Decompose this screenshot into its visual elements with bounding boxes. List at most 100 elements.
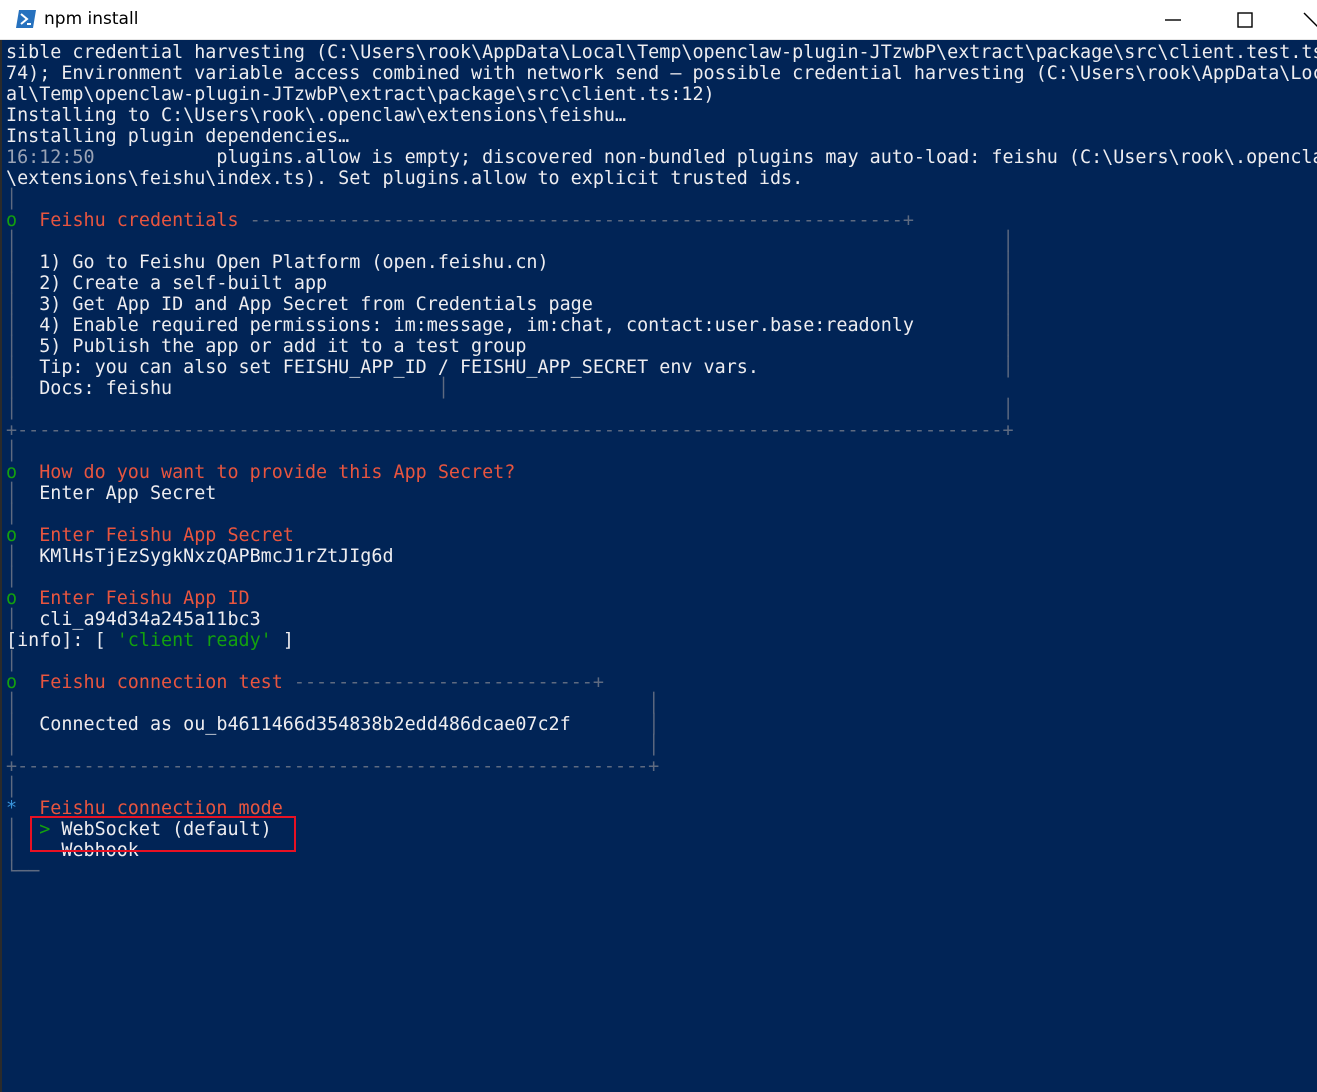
- console-text-segment: cli_a94d34a245a11bc3: [39, 609, 261, 630]
- console-text-segment: │ │: [6, 231, 1014, 252]
- console-line: │: [6, 504, 17, 525]
- console-text-segment: │: [6, 546, 40, 567]
- console-text-segment: └──: [6, 861, 40, 882]
- console-text-segment: │: [6, 567, 18, 588]
- console-text-segment: │: [6, 651, 18, 672]
- console-text-segment: o: [6, 672, 18, 693]
- console-text-segment: Enter Feishu App ID: [17, 588, 250, 609]
- console-text-segment: │: [570, 714, 660, 735]
- console-text-segment: [info]: [: [6, 630, 117, 651]
- console-line: │ 5) Publish the app or add it to a test…: [6, 336, 1014, 357]
- console-line: Installing to C:\Users\rook\.openclaw\ex…: [6, 105, 626, 126]
- console-line: [info]: [ 'client ready' ]: [6, 630, 294, 651]
- console-line: +---------------------------------------…: [6, 756, 659, 777]
- console-line: │ 3) Get App ID and App Secret from Cred…: [6, 294, 1014, 315]
- console-line: │: [6, 777, 17, 798]
- console-text-segment: │: [758, 357, 1014, 378]
- console-text-segment: │: [327, 273, 1014, 294]
- console-text-segment: +---------------------------------------…: [6, 420, 1014, 441]
- selection-highlight-box: [30, 816, 296, 852]
- console-line: │ 4) Enable required permissions: im:mes…: [6, 315, 1014, 336]
- close-icon: [1303, 12, 1317, 27]
- console-text-segment: │: [6, 504, 18, 525]
- console-text-segment: Enter App Secret: [39, 483, 217, 504]
- console-line: │ │: [6, 735, 659, 756]
- console-text-segment: │: [6, 714, 40, 735]
- console-text-segment: │: [6, 273, 40, 294]
- console-text-segment: o: [6, 210, 18, 231]
- console-text-segment: 4) Enable required permissions: im:messa…: [39, 315, 914, 336]
- console-line: │: [6, 441, 17, 462]
- console-line: │ Connected as ou_b4611466d354838b2edd48…: [6, 714, 659, 735]
- console-text-segment: KMlHsTjEzSygkNxzQAPBmcJ1rZtJIg6d: [39, 546, 394, 567]
- minimize-button[interactable]: [1145, 0, 1201, 40]
- console-text-segment: ----------------------------------------…: [249, 210, 914, 231]
- console-text-segment: │ │: [6, 735, 660, 756]
- console-text-segment: Feishu credentials: [17, 210, 250, 231]
- console-text-segment: 3) Get App ID and App Secret from Creden…: [39, 294, 593, 315]
- console-text-segment: 74); Environment variable access combine…: [6, 63, 1317, 84]
- console-text-segment: │: [6, 189, 18, 210]
- console-text-segment: Tip: you can also set FEISHU_APP_ID / FE…: [39, 357, 759, 378]
- console-line: └──: [6, 861, 39, 882]
- console-output[interactable]: sible credential harvesting (C:\Users\ro…: [0, 40, 1317, 1092]
- console-text-segment: │: [6, 777, 18, 798]
- console-text-segment: o: [6, 462, 18, 483]
- console-text-segment: │: [6, 609, 40, 630]
- console-text-segment: ]: [271, 630, 294, 651]
- console-text-segment: │: [526, 336, 1014, 357]
- console-text-segment: │: [6, 336, 40, 357]
- console-text-segment: │: [548, 252, 1014, 273]
- powershell-icon: [16, 10, 36, 28]
- console-text-segment: 16:12:50: [6, 147, 95, 168]
- maximize-icon: [1237, 12, 1253, 28]
- console-line: o How do you want to provide this App Se…: [6, 462, 515, 483]
- console-line: +---------------------------------------…: [6, 420, 1014, 441]
- console-line: \extensions\feishu\index.ts). Set plugin…: [6, 168, 803, 189]
- console-text-segment: 2) Create a self-built app: [39, 273, 328, 294]
- console-text-segment: ---------------------------+: [293, 672, 604, 693]
- window-title: npm install: [44, 9, 139, 29]
- console-line: │ Tip: you can also set FEISHU_APP_ID / …: [6, 357, 1014, 378]
- console-line: o Enter Feishu App Secret: [6, 525, 294, 546]
- console-text-segment: │: [592, 294, 1014, 315]
- console-text-segment: │ │: [6, 399, 1014, 420]
- console-text-segment: How do you want to provide this App Secr…: [17, 462, 516, 483]
- console-line: al\Temp\openclaw-plugin-JTzwbP\extract\p…: [6, 84, 715, 105]
- console-text-segment: Installing plugin dependencies…: [6, 126, 350, 147]
- console-text-segment: o: [6, 588, 18, 609]
- console-line: │ Enter App Secret: [6, 483, 216, 504]
- console-text-segment: +---------------------------------------…: [6, 756, 660, 777]
- console-text-segment: o: [6, 525, 18, 546]
- console-text-segment: │: [6, 252, 40, 273]
- console-text-segment: plugins.allow is empty; discovered non-b…: [94, 147, 1317, 168]
- console-text-segment: Docs: feishu: [39, 378, 173, 399]
- console-line: sible credential harvesting (C:\Users\ro…: [6, 42, 1317, 63]
- console-text-segment: │: [6, 315, 40, 336]
- console-text-segment: sible credential harvesting (C:\Users\ro…: [6, 42, 1317, 63]
- console-text-segment: 1) Go to Feishu Open Platform (open.feis…: [39, 252, 549, 273]
- console-text-segment: 5) Publish the app or add it to a test g…: [39, 336, 527, 357]
- maximize-button[interactable]: [1217, 0, 1273, 40]
- close-button[interactable]: [1289, 0, 1317, 40]
- console-line: │: [6, 189, 17, 210]
- console-text-segment: │ │: [6, 693, 660, 714]
- console-line: Installing plugin dependencies…: [6, 126, 349, 147]
- console-line: o Enter Feishu App ID: [6, 588, 250, 609]
- console-line: │ KMlHsTjEzSygkNxzQAPBmcJ1rZtJIg6d: [6, 546, 394, 567]
- console-text-segment: │: [6, 441, 18, 462]
- console-line: │ │: [6, 693, 659, 714]
- window-title-bar: npm install: [0, 0, 1317, 40]
- console-line: │ │: [6, 399, 1014, 420]
- console-line: o Feishu credentials -------------------…: [6, 210, 914, 231]
- console-text-segment: Connected as ou_b4611466d354838b2edd486d…: [39, 714, 571, 735]
- console-text-segment: │: [6, 294, 40, 315]
- console-line: │ │: [6, 231, 1014, 252]
- console-text-segment: \extensions\feishu\index.ts). Set plugin…: [6, 168, 804, 189]
- console-text-segment: │: [6, 357, 40, 378]
- console-text-segment: 'client ready': [116, 630, 272, 651]
- console-line: │ Docs: feishu │: [6, 378, 449, 399]
- console-text-segment: *: [6, 798, 18, 819]
- console-line: │ cli_a94d34a245a11bc3: [6, 609, 261, 630]
- console-line: o Feishu connection test ---------------…: [6, 672, 604, 693]
